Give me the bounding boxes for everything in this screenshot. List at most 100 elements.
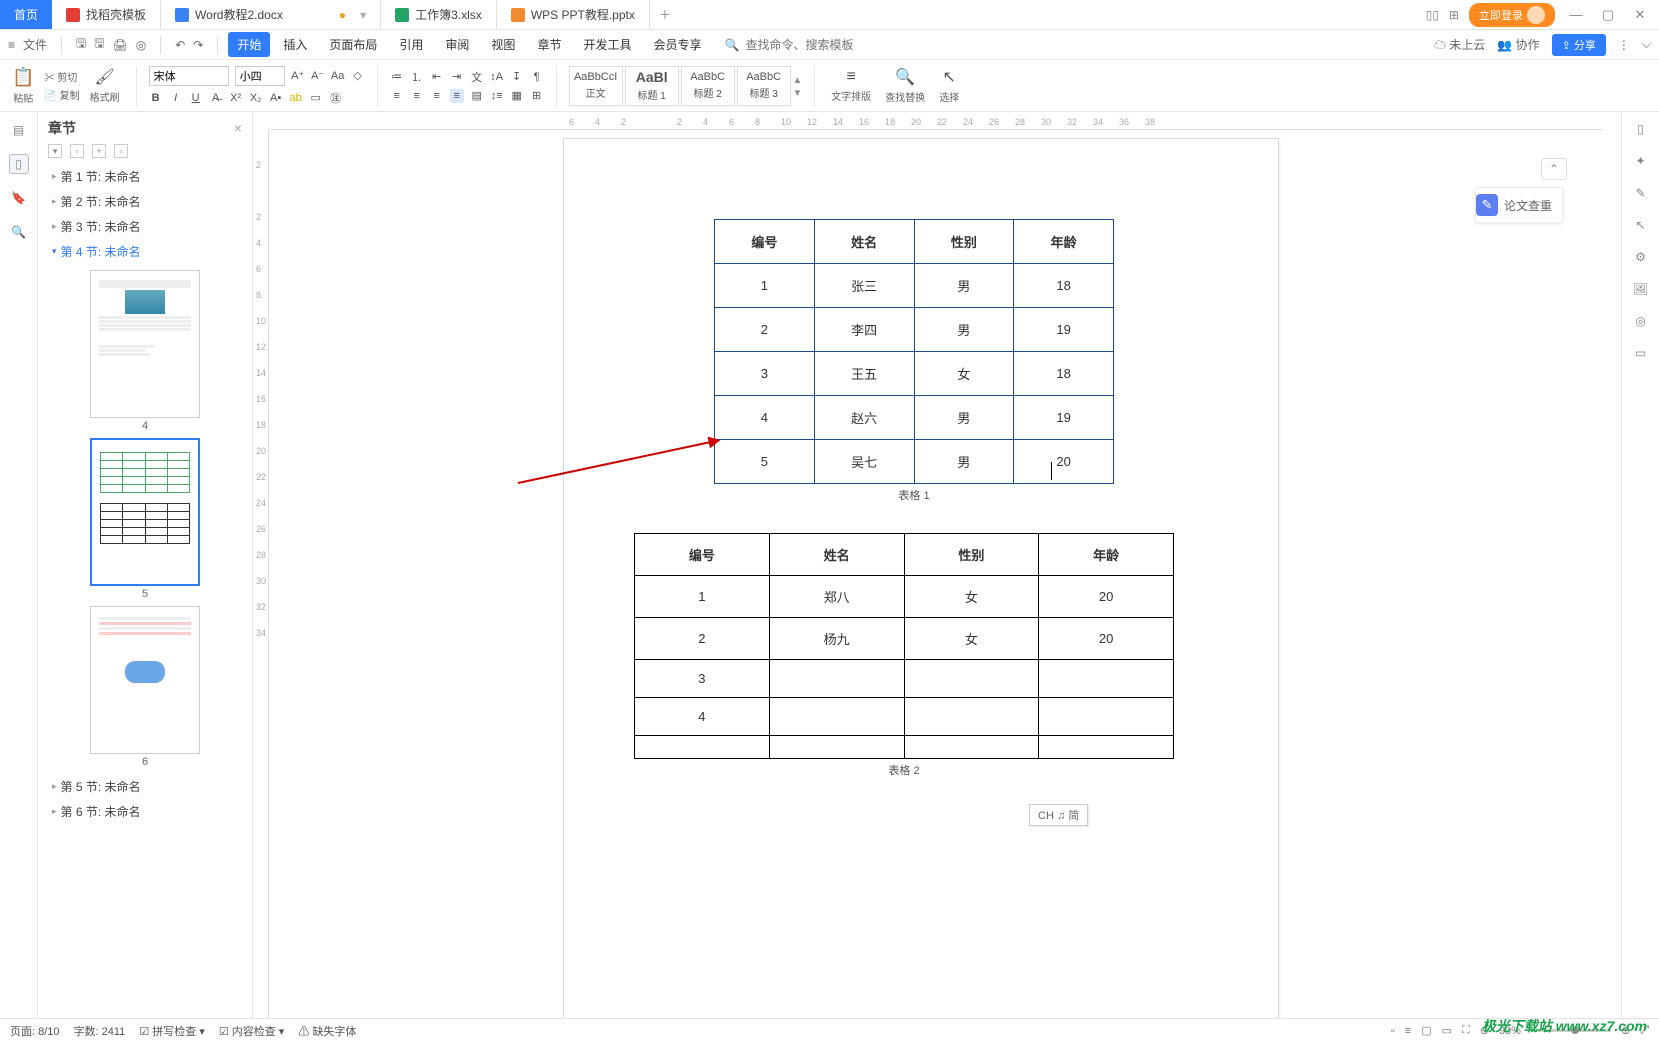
th[interactable]: 性别: [914, 220, 1014, 264]
page-thumb-6[interactable]: [90, 606, 200, 754]
style-h1[interactable]: AaBl标题 1: [625, 66, 679, 106]
menu-vip[interactable]: 会员专享: [644, 32, 710, 57]
view-page-icon[interactable]: ▫: [1391, 1025, 1395, 1037]
window-minimize[interactable]: —: [1565, 4, 1587, 26]
underline-button[interactable]: U: [189, 92, 203, 104]
tab-close-icon[interactable]: ▾: [360, 8, 366, 22]
align-right-icon[interactable]: ≡: [430, 90, 444, 102]
number-list-icon[interactable]: ⒈: [410, 69, 424, 85]
menu-review[interactable]: 审阅: [436, 32, 478, 57]
font-color-button[interactable]: A▪: [269, 92, 283, 104]
menu-insert[interactable]: 插入: [274, 32, 316, 57]
paste-group[interactable]: 📋 粘贴: [8, 67, 38, 105]
tab-home[interactable]: 首页: [0, 0, 52, 29]
copy-button[interactable]: 📄 复制: [44, 87, 79, 102]
spell-check-toggle[interactable]: ☑ 拼写检查 ▾: [139, 1023, 205, 1039]
menu-references[interactable]: 引用: [390, 32, 432, 57]
font-size-select[interactable]: [235, 66, 285, 86]
tab-add-button[interactable]: ＋: [650, 0, 680, 29]
strike-button[interactable]: A̶: [209, 92, 223, 104]
decrease-indent-icon[interactable]: ⇤: [430, 70, 444, 83]
style-gallery[interactable]: AaBbCcI正文 AaBl标题 1 AaBbC标题 2 AaBbC标题 3 ▴…: [569, 66, 803, 106]
align-center-icon[interactable]: ≡: [410, 90, 424, 102]
collapse-right-icon[interactable]: ▯: [1637, 122, 1644, 136]
bold-button[interactable]: B: [149, 92, 163, 104]
th[interactable]: 编号: [715, 220, 815, 264]
superscript-button[interactable]: X²: [229, 92, 243, 104]
book-icon[interactable]: ▭: [1635, 346, 1646, 360]
table-2[interactable]: 编号 姓名 性别 年龄 1郑八女20 2杨九女20 3 4: [634, 533, 1174, 759]
tab-templates[interactable]: 找稻壳模板: [52, 0, 161, 29]
save-icon[interactable]: 🖫: [76, 34, 86, 55]
pointer-icon[interactable]: ↖: [1635, 218, 1645, 232]
find-replace-button[interactable]: 🔍查找替换: [881, 67, 929, 104]
view-read-icon[interactable]: ▭: [1442, 1024, 1452, 1037]
format-brush[interactable]: 🖌 格式刷: [86, 67, 124, 104]
sort-icon[interactable]: ↧: [510, 70, 524, 83]
clear-format-icon[interactable]: ◇: [351, 69, 365, 82]
font-family-select[interactable]: [149, 66, 229, 86]
table1-caption[interactable]: 表格 1: [714, 487, 1114, 503]
style-h3[interactable]: AaBbC标题 3: [737, 66, 791, 106]
ime-indicator[interactable]: CH ♫ 简: [1029, 804, 1088, 826]
nav-tool-3[interactable]: +: [92, 144, 106, 158]
th[interactable]: 姓名: [814, 220, 914, 264]
hamburger-icon[interactable]: ≡: [8, 38, 15, 52]
window-close[interactable]: ✕: [1629, 4, 1651, 26]
apps-icon[interactable]: ⊞: [1449, 8, 1459, 22]
tab-xlsx[interactable]: 工作簿3.xlsx: [381, 0, 497, 29]
style-normal[interactable]: AaBbCcI正文: [569, 66, 623, 106]
window-maximize[interactable]: ▢: [1597, 4, 1619, 26]
table2-caption[interactable]: 表格 2: [634, 762, 1174, 778]
horizontal-ruler[interactable]: 6 4 2 2 4 6 8 10 12 14 16 18 20 22 24 26…: [269, 112, 1603, 130]
distribute-icon[interactable]: ▤: [470, 89, 484, 102]
section-item-1[interactable]: 第 1 节: 未命名: [46, 164, 244, 189]
file-menu[interactable]: 文件: [23, 36, 47, 53]
document-canvas[interactable]: 6 4 2 2 4 6 8 10 12 14 16 18 20 22 24 26…: [253, 112, 1621, 1018]
highlight-button[interactable]: ab: [289, 92, 303, 104]
document-page[interactable]: 编号 姓名 性别 年龄 1张三男18 2李四男19 3王五女18 4赵六男19 …: [563, 138, 1279, 1018]
target-icon[interactable]: ◎: [1635, 314, 1645, 328]
page-thumb-4[interactable]: [90, 270, 200, 418]
nav-tool-4[interactable]: ▫: [114, 144, 128, 158]
spacing-icon[interactable]: ↕≡: [490, 90, 504, 102]
menu-devtools[interactable]: 开发工具: [574, 32, 640, 57]
ai-icon[interactable]: ✦: [1635, 154, 1645, 168]
italic-button[interactable]: I: [169, 92, 183, 104]
edit-icon[interactable]: ✎: [1635, 186, 1645, 200]
style-scroll-up-icon[interactable]: ▴: [795, 73, 801, 86]
section-item-4[interactable]: 第 4 节: 未命名: [46, 239, 244, 264]
print-preview-icon[interactable]: ◎: [136, 38, 146, 52]
tab-ppt[interactable]: WPS PPT教程.pptx: [497, 0, 650, 29]
word-count[interactable]: 字数: 2411: [74, 1023, 126, 1039]
command-search[interactable]: 🔍: [724, 38, 865, 52]
section-item-6[interactable]: 第 6 节: 未命名: [46, 799, 244, 824]
fullscreen-icon[interactable]: ⛶: [1462, 1024, 1470, 1037]
search-panel-icon[interactable]: 🔍: [9, 222, 29, 242]
scroll-up-button[interactable]: ⌃: [1541, 158, 1567, 180]
nav-close-icon[interactable]: ×: [234, 120, 242, 136]
subscript-button[interactable]: X₂: [249, 92, 263, 104]
phonetic-button[interactable]: ㊟: [329, 90, 343, 106]
section-item-2[interactable]: 第 2 节: 未命名: [46, 189, 244, 214]
align-left-icon[interactable]: ≡: [390, 90, 404, 102]
plagiarism-check-button[interactable]: ✎ 论文查重: [1475, 187, 1563, 223]
content-check-toggle[interactable]: ☑ 内容检查 ▾: [219, 1023, 285, 1039]
page-indicator[interactable]: 页面: 8/10: [10, 1023, 60, 1039]
menu-layout[interactable]: 页面布局: [320, 32, 386, 57]
coop-button[interactable]: 👥 协作: [1497, 36, 1539, 53]
share-button[interactable]: ⇪ 分享: [1552, 34, 1606, 56]
text-layout-button[interactable]: ≡文字排版: [827, 68, 875, 103]
image-icon[interactable]: 🖼: [1633, 282, 1648, 296]
th[interactable]: 年龄: [1014, 220, 1114, 264]
char-border-button[interactable]: ▭: [309, 91, 323, 104]
section-item-5[interactable]: 第 5 节: 未命名: [46, 774, 244, 799]
settings-icon[interactable]: ⚙: [1635, 250, 1646, 264]
menu-view[interactable]: 视图: [482, 32, 524, 57]
page-thumb-5[interactable]: [90, 438, 200, 586]
style-scroll-down-icon[interactable]: ▾: [795, 86, 801, 99]
show-marks-icon[interactable]: ¶: [530, 71, 544, 83]
align-justify-icon[interactable]: ≡: [450, 89, 464, 103]
reading-mode-icon[interactable]: ▯▯: [1426, 8, 1439, 22]
cloud-status[interactable]: ☁ 未上云: [1434, 36, 1485, 53]
